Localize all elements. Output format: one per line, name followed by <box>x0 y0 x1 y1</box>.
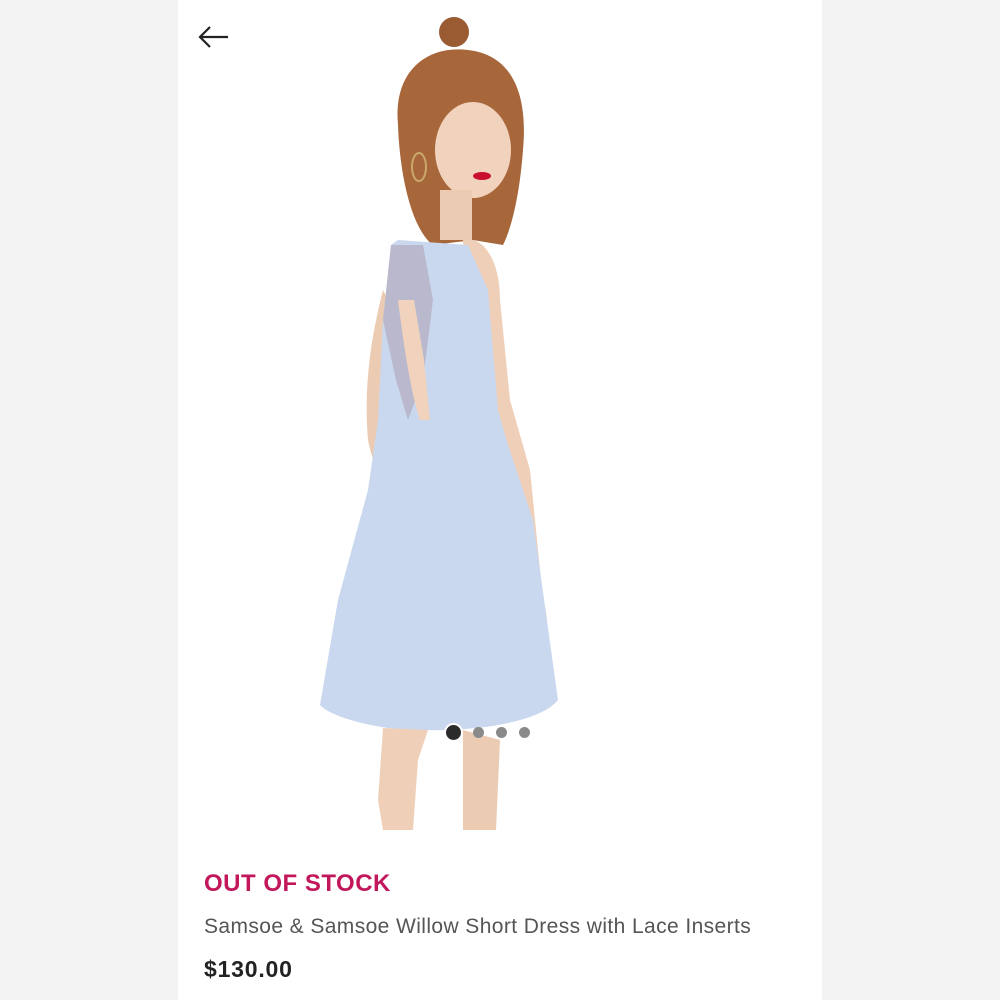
arrow-left-icon <box>198 26 228 48</box>
product-price: $130.00 <box>204 956 293 982</box>
back-button[interactable] <box>196 24 236 56</box>
product-title: Samsoe & Samsoe Willow Short Dress with … <box>204 915 752 938</box>
model-photo <box>320 17 558 830</box>
product-info: OUT OF STOCK Samsoe & Samsoe Willow Shor… <box>178 830 822 1000</box>
carousel-dot[interactable] <box>473 727 484 738</box>
carousel-indicator <box>446 725 530 740</box>
product-image[interactable] <box>178 0 822 830</box>
stock-status: OUT OF STOCK <box>204 870 391 897</box>
left-margin <box>0 0 178 1000</box>
carousel-dot[interactable] <box>519 727 530 738</box>
carousel-dot[interactable] <box>496 727 507 738</box>
carousel-dot[interactable] <box>446 725 461 740</box>
product-screen: OUT OF STOCK Samsoe & Samsoe Willow Shor… <box>178 0 822 1000</box>
right-margin <box>822 0 1000 1000</box>
